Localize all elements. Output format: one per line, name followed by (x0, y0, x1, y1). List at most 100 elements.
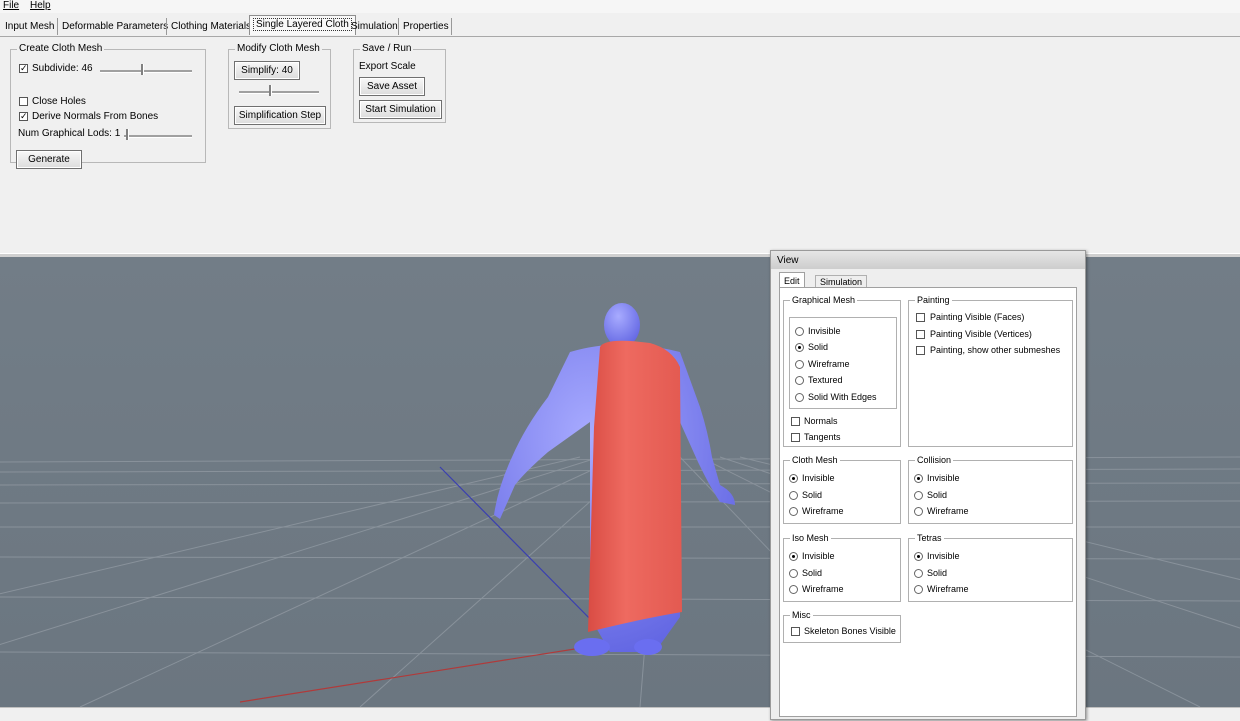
simplification-step-button[interactable]: Simplification Step (234, 106, 326, 125)
create-cloth-mesh-group: Create Cloth Mesh ✓ Subdivide: 46 Close … (10, 43, 206, 169)
tab-clothing-materials[interactable]: Clothing Materials (168, 18, 254, 35)
subdivide-label: Subdivide: 46 (32, 63, 93, 74)
settings-panel: Create Cloth Mesh ✓ Subdivide: 46 Close … (0, 37, 1240, 253)
tetras-radio-solid[interactable] (914, 569, 923, 578)
graphical-mesh-radio-wireframe[interactable] (795, 360, 804, 369)
modify-cloth-mesh-title: Modify Cloth Mesh (235, 43, 322, 55)
tangents-checkbox[interactable] (791, 433, 800, 442)
view-window-title: View (777, 255, 799, 266)
graphical-mesh-radio-invisible[interactable] (795, 327, 804, 336)
subdivide-slider-thumb[interactable] (141, 64, 144, 75)
graphical-mesh-radio-box: Invisible Solid Wireframe Textured Solid… (789, 317, 897, 409)
close-holes-checkbox[interactable] (19, 97, 28, 106)
skeleton-bones-label: Skeleton Bones Visible (804, 626, 896, 636)
tetras-title: Tetras (915, 532, 944, 544)
simplify-slider-thumb[interactable] (269, 85, 272, 96)
collision-option: Invisible (927, 473, 960, 483)
tab-properties[interactable]: Properties (400, 18, 452, 35)
iso-mesh-option: Wireframe (802, 584, 844, 594)
cloth-mesh-radio-wireframe[interactable] (789, 507, 798, 516)
simplify-button[interactable]: Simplify: 40 (234, 61, 300, 80)
tetras-radio-invisible[interactable] (914, 552, 923, 561)
cloth-mesh-title: Cloth Mesh (790, 454, 840, 466)
tab-separator (57, 18, 58, 35)
close-holes-label: Close Holes (32, 96, 86, 107)
tab-simulation[interactable]: Simulation (348, 18, 401, 35)
graphical-mesh-radio-solid-with-edges[interactable] (795, 393, 804, 402)
derive-normals-checkbox[interactable]: ✓ (19, 112, 28, 121)
cloth-mesh-option: Invisible (802, 473, 835, 483)
collision-radio-wireframe[interactable] (914, 507, 923, 516)
misc-group: Misc Skeleton Bones Visible (783, 609, 901, 643)
graphical-mesh-option: Textured (808, 375, 843, 385)
normals-checkbox[interactable] (791, 417, 800, 426)
tab-input-mesh[interactable]: Input Mesh (2, 18, 57, 35)
graphical-mesh-radio-textured[interactable] (795, 376, 804, 385)
menu-help[interactable]: Help (30, 0, 51, 12)
view-window-titlebar[interactable]: View (771, 251, 1085, 269)
generate-button[interactable]: Generate (16, 150, 82, 169)
export-scale-label: Export Scale (359, 61, 416, 72)
iso-mesh-radio-solid[interactable] (789, 569, 798, 578)
collision-option: Wireframe (927, 506, 969, 516)
tetras-option: Solid (927, 568, 948, 578)
graphical-mesh-option: Solid With Edges (808, 392, 877, 402)
tetras-option: Wireframe (927, 584, 969, 594)
cloth-mesh-group: Cloth Mesh Invisible Solid Wireframe (783, 454, 901, 524)
modify-cloth-mesh-group: Modify Cloth Mesh Simplify: 40 Simplific… (228, 43, 331, 129)
painting-faces-checkbox[interactable] (916, 313, 925, 322)
tab-separator (451, 18, 452, 35)
graphical-mesh-group: Graphical Mesh Invisible Solid Wireframe… (783, 294, 901, 447)
tab-single-layered-cloth[interactable]: Single Layered Cloth (249, 15, 356, 35)
derive-normals-label: Derive Normals From Bones (32, 111, 159, 122)
create-cloth-mesh-title: Create Cloth Mesh (17, 43, 105, 55)
collision-radio-solid[interactable] (914, 491, 923, 500)
painting-faces-label: Painting Visible (Faces) (930, 312, 1025, 322)
view-edit-panel: Graphical Mesh Invisible Solid Wireframe… (779, 287, 1077, 717)
main-tab-bar: Input Mesh Deformable Parameters Clothin… (0, 14, 1240, 37)
painting-submeshes-checkbox[interactable] (916, 346, 925, 355)
painting-vertices-label: Painting Visible (Vertices) (930, 329, 1032, 339)
cloth-mesh-radio-solid[interactable] (789, 491, 798, 500)
tetras-group: Tetras Invisible Solid Wireframe (908, 532, 1073, 602)
misc-title: Misc (790, 609, 813, 621)
iso-mesh-radio-wireframe[interactable] (789, 585, 798, 594)
save-run-group: Save / Run Export Scale Save Asset Start… (353, 43, 446, 123)
graphical-mesh-radio-solid[interactable] (795, 343, 804, 352)
view-window: View Edit Simulation Graphical Mesh Invi… (770, 250, 1086, 720)
painting-submeshes-label: Painting, show other submeshes (930, 345, 1061, 355)
graphical-mesh-option: Solid (808, 342, 829, 352)
subdivide-slider-track[interactable] (100, 70, 192, 73)
normals-label: Normals (804, 416, 838, 426)
skeleton-bones-checkbox[interactable] (791, 627, 800, 636)
simplify-slider-track[interactable] (239, 91, 319, 94)
collision-option: Solid (927, 490, 948, 500)
painting-title: Painting (915, 294, 952, 306)
tetras-option: Invisible (927, 551, 960, 561)
num-lods-slider-thumb[interactable] (126, 129, 129, 140)
subdivide-checkbox[interactable]: ✓ (19, 64, 28, 73)
collision-radio-invisible[interactable] (914, 474, 923, 483)
iso-mesh-radio-invisible[interactable] (789, 552, 798, 561)
painting-group: Painting Painting Visible (Faces) Painti… (908, 294, 1073, 447)
menu-file[interactable]: File (3, 0, 19, 12)
graphical-mesh-title: Graphical Mesh (790, 294, 858, 306)
cloth-mesh-radio-invisible[interactable] (789, 474, 798, 483)
save-asset-button[interactable]: Save Asset (359, 77, 425, 96)
start-simulation-button[interactable]: Start Simulation (359, 100, 442, 119)
view-tab-edit[interactable]: Edit (779, 272, 805, 288)
cloth-mesh (588, 340, 682, 632)
num-lods-slider-track[interactable] (124, 135, 192, 138)
tab-separator (398, 18, 399, 35)
tab-separator (166, 18, 167, 35)
tetras-radio-wireframe[interactable] (914, 585, 923, 594)
tangents-label: Tangents (804, 432, 841, 442)
num-lods-label: Num Graphical Lods: 1 (18, 128, 121, 139)
cloth-mesh-option: Solid (802, 490, 823, 500)
painting-vertices-checkbox[interactable] (916, 330, 925, 339)
iso-mesh-option: Invisible (802, 551, 835, 561)
graphical-mesh-option: Invisible (808, 326, 841, 336)
save-run-title: Save / Run (360, 43, 414, 55)
tab-deformable-parameters[interactable]: Deformable Parameters (59, 18, 171, 35)
iso-mesh-group: Iso Mesh Invisible Solid Wireframe (783, 532, 901, 602)
